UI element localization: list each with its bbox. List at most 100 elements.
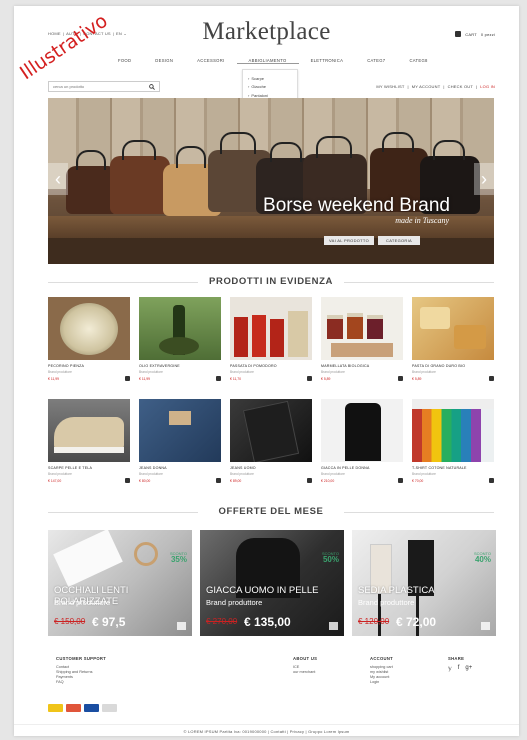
nav-item-accessori[interactable]: ACCESSORI — [185, 58, 236, 64]
facebook-icon[interactable]: f — [458, 665, 460, 672]
offer-card[interactable]: SCONTO 40% SEDIA PLASTICA Brand produttor… — [352, 530, 496, 636]
footer-link[interactable]: Login — [370, 680, 393, 685]
add-to-cart-icon[interactable] — [177, 622, 186, 630]
add-to-cart-icon[interactable] — [489, 478, 494, 483]
add-to-cart-icon[interactable] — [216, 478, 221, 483]
offer-new-price: € 97,5 — [92, 615, 126, 629]
footer-link[interactable]: FAQ — [56, 680, 106, 685]
discount-badge: 35% — [170, 555, 187, 565]
slider-prev-button[interactable]: ‹ — [48, 163, 68, 195]
featured-title: PRODOTTI IN EVIDENZA — [48, 276, 494, 287]
product-card[interactable]: T-SHIRT COTONE NATURALE Brand produttore… — [412, 399, 494, 483]
nav-item-food[interactable]: FOOD — [106, 58, 143, 64]
google-plus-icon[interactable]: g+ — [465, 665, 472, 672]
my-account-link[interactable]: MY ACCOUNT — [412, 84, 441, 89]
product-image — [230, 297, 312, 360]
offer-old-price: € 120,00 — [358, 617, 390, 626]
paypal-icon — [102, 704, 117, 712]
hero-subtitle: made in Tuscany — [395, 216, 449, 225]
product-card[interactable]: GIACCA IN PELLE DONNA Brand produttore €… — [321, 399, 403, 483]
offer-card[interactable]: SCONTO 50% GIACCA UOMO IN PELLE Brand pro… — [200, 530, 344, 636]
nav-item-categ8[interactable]: CATEG8 — [397, 58, 439, 64]
cart-label: CART — [465, 31, 477, 37]
offer-card[interactable]: SCONTO 35% OCCHIALI LENTI POLARIZZATE Bra… — [48, 530, 192, 636]
add-to-cart-icon[interactable] — [329, 622, 338, 630]
payment-card-icon — [48, 704, 63, 712]
product-card[interactable]: PASTA DI GRANO DURO BIO Brand produttore… — [412, 297, 494, 381]
nav-item-design[interactable]: DESIGN — [143, 58, 185, 64]
product-image — [139, 399, 221, 462]
discount-badge: 40% — [474, 555, 491, 565]
discount-badge: 50% — [322, 555, 339, 565]
nav-item-abbigliamento[interactable]: ABBIGLIAMENTO — [236, 58, 299, 64]
search-input[interactable] — [53, 84, 143, 89]
product-card[interactable]: OLIO EXTRAVERGINE Brand produttore € 11,… — [139, 297, 221, 381]
product-image — [139, 297, 221, 360]
copyright: © LOREM IPSUM Partita Iva: 0019000000 | … — [14, 724, 519, 734]
product-image — [48, 399, 130, 462]
footer: CUSTOMER SUPPORT Contact Shipping and Re… — [48, 656, 494, 712]
offer-brand: Brand produttore — [54, 598, 111, 607]
add-to-cart-icon[interactable] — [398, 376, 403, 381]
user-links: MY WISHLIST | MY ACCOUNT | CHECK OUT | L… — [376, 84, 495, 89]
product-card[interactable]: PASSATA DI POMODORO Brand produttore € 1… — [230, 297, 312, 381]
offer-title: SEDIA PLASTICA — [358, 585, 435, 596]
add-to-cart-icon[interactable] — [481, 622, 490, 630]
search-icon[interactable] — [149, 83, 155, 90]
add-to-cart-icon[interactable] — [216, 376, 221, 381]
product-image — [321, 399, 403, 462]
add-to-cart-icon[interactable] — [125, 376, 130, 381]
dropdown-item-giacche[interactable]: › Giacche — [248, 83, 297, 92]
nav-item-categ7[interactable]: CATEG7 — [355, 58, 397, 64]
add-to-cart-icon[interactable] — [307, 376, 312, 381]
add-to-cart-icon[interactable] — [307, 478, 312, 483]
main-nav: FOOD DESIGN ACCESSORI ABBIGLIAMENTO ELET… — [106, 58, 440, 64]
hero-product-button[interactable]: VAI AL PRODOTTO — [324, 236, 374, 245]
product-image — [321, 297, 403, 360]
cart-icon — [455, 31, 462, 37]
product-card[interactable]: JEANS DONNA Brand produttore € 80,00 — [139, 399, 221, 483]
dropdown-item-scarpe[interactable]: › Scarpe — [248, 74, 297, 83]
login-link[interactable]: LOG IN — [480, 84, 495, 89]
twitter-icon[interactable]: 𝕪 — [448, 665, 452, 672]
offer-new-price: € 135,00 — [244, 615, 291, 629]
add-to-cart-icon[interactable] — [125, 478, 130, 483]
add-to-cart-icon[interactable] — [398, 478, 403, 483]
footer-link[interactable]: our merchant — [293, 670, 317, 675]
product-card[interactable]: PECORINO PIENZA Brand produttore € 11,99 — [48, 297, 130, 381]
chevron-right-icon: › — [248, 84, 250, 90]
wishlist-link[interactable]: MY WISHLIST — [376, 84, 404, 89]
footer-about: ABOUT US ICE our merchant — [293, 656, 318, 675]
mastercard-icon — [66, 704, 81, 712]
product-image — [230, 399, 312, 462]
product-image — [412, 297, 494, 360]
visa-icon — [84, 704, 99, 712]
cart-count: 0 pezzi — [480, 31, 495, 37]
payment-methods — [48, 704, 117, 712]
footer-support: CUSTOMER SUPPORT Contact Shipping and Re… — [56, 656, 107, 685]
product-card[interactable]: SCARPE PELLE E TELA Brand produttore € 1… — [48, 399, 130, 483]
product-image — [412, 399, 494, 462]
product-card[interactable]: MARMELLATA BIOLOGICA Brand produttore € … — [321, 297, 403, 381]
product-image — [48, 297, 130, 360]
chevron-right-icon: › — [248, 75, 250, 81]
offer-title: GIACCA UOMO IN PELLE — [206, 585, 319, 596]
hero-category-button[interactable]: CATEGORIA — [378, 236, 420, 245]
footer-account: ACCOUNT shopping cart my wishlist My acc… — [370, 656, 394, 685]
slider-next-button[interactable]: › — [474, 163, 494, 195]
page: Illustrativo HOME | AUTO | CONTACT US | … — [14, 6, 519, 736]
offers-row: SCONTO 35% OCCHIALI LENTI POLARIZZATE Bra… — [48, 530, 496, 636]
add-to-cart-icon[interactable] — [489, 376, 494, 381]
product-card[interactable]: JEANS UOMO Brand produttore € 89,00 — [230, 399, 312, 483]
offer-new-price: € 72,00 — [396, 615, 437, 629]
featured-grid-row-1: PECORINO PIENZA Brand produttore € 11,99… — [48, 297, 494, 381]
cart-button[interactable]: CART 0 pezzi — [455, 31, 495, 37]
search-bar — [48, 81, 160, 92]
hero-slider: ‹ › Borse weekend Brand made in Tuscany … — [48, 98, 494, 264]
nav-item-elettronica[interactable]: ELETTRONICA — [299, 58, 356, 64]
offer-brand: Brand produttore — [358, 598, 415, 607]
checkout-link[interactable]: CHECK OUT — [448, 84, 473, 89]
offers-title: OFFERTE DEL MESE — [48, 506, 494, 517]
featured-grid-row-2: SCARPE PELLE E TELA Brand produttore € 1… — [48, 399, 494, 483]
offer-old-price: € 270,00 — [206, 617, 238, 626]
